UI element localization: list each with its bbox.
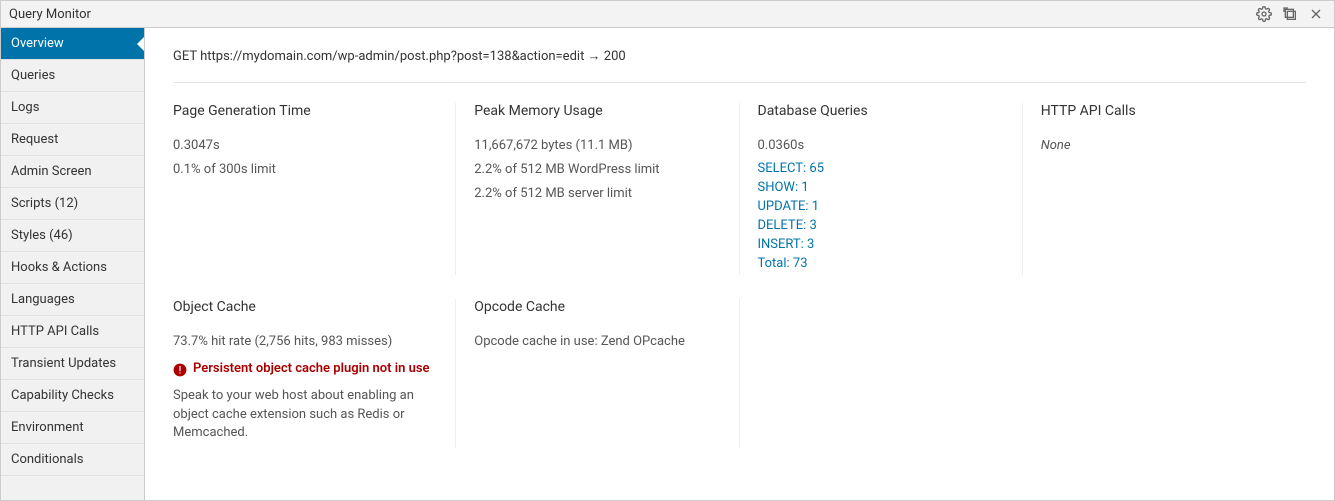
sidebar-item-label: Overview <box>11 36 64 51</box>
http-api-calls: HTTP API Calls None <box>1023 103 1306 275</box>
db-delete-link[interactable]: DELETE: 3 <box>758 218 817 233</box>
http-api-value: None <box>1041 137 1288 155</box>
sidebar-item-label: HTTP API Calls <box>11 324 99 339</box>
sidebar-item-http-api[interactable]: HTTP API Calls <box>1 316 144 348</box>
db-show-link[interactable]: SHOW: 1 <box>758 180 809 195</box>
gear-icon[interactable] <box>1254 4 1274 24</box>
object-cache-stats: 73.7% hit rate (2,756 hits, 983 misses) <box>173 333 437 351</box>
titlebar: Query Monitor <box>1 1 1334 28</box>
db-time: 0.0360s <box>758 137 1004 155</box>
section-heading: HTTP API Calls <box>1041 103 1288 119</box>
overview-top-row: Page Generation Time 0.3047s 0.1% of 300… <box>173 103 1306 275</box>
section-heading: Page Generation Time <box>173 103 437 119</box>
query-monitor-panel: Query Monitor Overview Queries Logs Requ… <box>0 0 1335 501</box>
close-icon[interactable] <box>1306 4 1326 24</box>
object-cache: Object Cache 73.7% hit rate (2,756 hits,… <box>173 299 456 448</box>
warning-icon <box>173 363 187 377</box>
panel-body: Overview Queries Logs Request Admin Scre… <box>1 28 1334 500</box>
warning-text: Persistent object cache plugin not in us… <box>193 361 430 376</box>
sidebar-item-label: Environment <box>11 420 84 435</box>
panel-title: Query Monitor <box>9 7 91 22</box>
sidebar-item-hooks[interactable]: Hooks & Actions <box>1 252 144 284</box>
db-update-link[interactable]: UPDATE: 1 <box>758 199 820 214</box>
memory-value: 11,667,672 bytes (11.1 MB) <box>474 137 720 155</box>
sidebar-item-label: Conditionals <box>11 452 84 467</box>
db-select-link[interactable]: SELECT: 65 <box>758 161 825 176</box>
sidebar-item-languages[interactable]: Languages <box>1 284 144 316</box>
sidebar-item-label: Scripts (12) <box>11 196 78 211</box>
opcode-value: Opcode cache in use: Zend OPcache <box>474 333 720 351</box>
sidebar: Overview Queries Logs Request Admin Scre… <box>1 28 145 500</box>
sidebar-item-label: Logs <box>11 100 39 115</box>
spacer <box>740 299 1307 448</box>
sidebar-item-label: Admin Screen <box>11 164 92 179</box>
sidebar-item-label: Transient Updates <box>11 356 116 371</box>
content-area: GET https://mydomain.com/wp-admin/post.p… <box>145 28 1334 500</box>
db-insert-link[interactable]: INSERT: 3 <box>758 237 815 252</box>
popout-icon[interactable] <box>1280 4 1300 24</box>
section-heading: Opcode Cache <box>474 299 720 315</box>
sidebar-item-queries[interactable]: Queries <box>1 60 144 92</box>
section-heading: Database Queries <box>758 103 1004 119</box>
titlebar-actions <box>1254 4 1326 24</box>
memory-server-limit: 2.2% of 512 MB server limit <box>474 185 720 203</box>
sidebar-item-label: Styles (46) <box>11 228 73 243</box>
sidebar-item-request[interactable]: Request <box>1 124 144 156</box>
object-cache-warning: Persistent object cache plugin not in us… <box>173 361 437 377</box>
sidebar-item-label: Languages <box>11 292 75 307</box>
sidebar-item-logs[interactable]: Logs <box>1 92 144 124</box>
section-heading: Object Cache <box>173 299 437 315</box>
memory-wp-limit: 2.2% of 512 MB WordPress limit <box>474 161 720 179</box>
page-time-limit: 0.1% of 300s limit <box>173 161 437 179</box>
divider <box>173 82 1306 83</box>
page-time-value: 0.3047s <box>173 137 437 155</box>
sidebar-item-overview[interactable]: Overview <box>1 28 144 60</box>
database-queries: Database Queries 0.0360s SELECT: 65 SHOW… <box>740 103 1023 275</box>
section-heading: Peak Memory Usage <box>474 103 720 119</box>
sidebar-item-admin-screen[interactable]: Admin Screen <box>1 156 144 188</box>
sidebar-item-environment[interactable]: Environment <box>1 412 144 444</box>
sidebar-item-scripts[interactable]: Scripts (12) <box>1 188 144 220</box>
object-cache-help: Speak to your web host about enabling an… <box>173 387 437 442</box>
sidebar-item-label: Capability Checks <box>11 388 114 403</box>
sidebar-item-label: Queries <box>11 68 55 83</box>
opcode-cache: Opcode Cache Opcode cache in use: Zend O… <box>456 299 739 448</box>
sidebar-item-transients[interactable]: Transient Updates <box>1 348 144 380</box>
sidebar-item-label: Hooks & Actions <box>11 260 107 275</box>
sidebar-item-styles[interactable]: Styles (46) <box>1 220 144 252</box>
request-line: GET https://mydomain.com/wp-admin/post.p… <box>173 48 1306 64</box>
overview-bottom-row: Object Cache 73.7% hit rate (2,756 hits,… <box>173 299 1306 448</box>
sidebar-item-conditionals[interactable]: Conditionals <box>1 444 144 476</box>
page-generation-time: Page Generation Time 0.3047s 0.1% of 300… <box>173 103 456 275</box>
sidebar-item-capability[interactable]: Capability Checks <box>1 380 144 412</box>
db-total-link[interactable]: Total: 73 <box>758 256 808 271</box>
sidebar-item-label: Request <box>11 132 58 147</box>
peak-memory-usage: Peak Memory Usage 11,667,672 bytes (11.1… <box>456 103 739 275</box>
